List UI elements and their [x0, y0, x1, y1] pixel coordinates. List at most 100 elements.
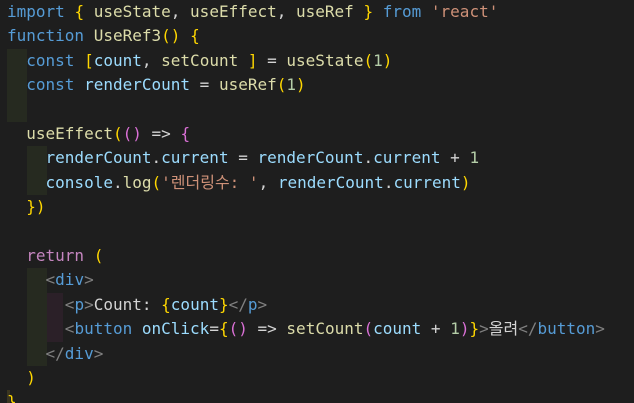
- code-line[interactable]: }: [7, 390, 17, 403]
- code-token: ): [26, 368, 36, 387]
- code-line[interactable]: </div>: [7, 342, 104, 366]
- code-token: (: [122, 124, 133, 143]
- code-token: count: [93, 50, 142, 70]
- code-token: const: [26, 50, 75, 70]
- code-token: ,: [170, 2, 191, 21]
- code-token: p: [247, 294, 258, 314]
- code-line[interactable]: import { useState, useEffect, useRef } f…: [7, 0, 498, 24]
- code-token: =: [190, 75, 219, 95]
- code-token: 1: [286, 75, 297, 95]
- code-line[interactable]: <div>: [7, 268, 94, 292]
- code-token: =: [228, 148, 258, 168]
- code-line[interactable]: const renderCount = useRef(1): [7, 73, 305, 97]
- code-token: ]: [247, 50, 258, 70]
- code-line[interactable]: <p>Count: {count}</p>: [7, 293, 267, 317]
- code-token: div: [64, 343, 94, 363]
- code-token: {: [190, 26, 200, 46]
- code-token: useEffect: [190, 2, 277, 21]
- code-token: {: [74, 2, 85, 21]
- code-token: (: [151, 172, 162, 192]
- code-token: renderCount: [45, 148, 152, 168]
- code-token: 'react': [430, 2, 499, 21]
- code-token: button: [74, 319, 133, 339]
- code-token: :: [141, 294, 162, 314]
- code-token: setCount: [286, 319, 364, 339]
- code-token: </: [45, 343, 65, 363]
- code-token: UseRef3: [93, 26, 162, 46]
- code-token: ,: [141, 50, 162, 70]
- code-token: <: [45, 270, 56, 290]
- code-token: current: [373, 148, 441, 168]
- code-token: '렌더링수: ': [161, 172, 259, 192]
- code-token: }: [26, 197, 36, 217]
- code-token: 1: [373, 50, 383, 70]
- code-token: ): [170, 26, 181, 46]
- code-token: .: [151, 148, 162, 168]
- code-token: ): [460, 172, 471, 192]
- code-token: ,: [276, 2, 297, 21]
- code-token: from: [382, 2, 422, 21]
- code-token: return: [26, 246, 85, 265]
- code-line[interactable]: return (: [7, 244, 103, 268]
- code-token: {: [218, 319, 229, 339]
- code-token: 1: [450, 319, 460, 339]
- code-token: onClick: [141, 319, 210, 339]
- code-token: renderCount: [257, 148, 364, 168]
- code-token: (: [112, 124, 123, 143]
- code-token: p: [74, 294, 85, 314]
- code-line[interactable]: renderCount.current = renderCount.curren…: [7, 146, 480, 170]
- code-token: useState: [286, 50, 364, 70]
- code-line[interactable]: useEffect(() => {: [7, 122, 190, 146]
- code-token: =: [209, 319, 219, 339]
- code-token: ): [238, 319, 248, 339]
- code-token: =: [141, 124, 162, 143]
- code-token: renderCount: [277, 172, 384, 192]
- code-token: }: [7, 392, 17, 403]
- code-line[interactable]: }): [7, 195, 46, 219]
- code-token: div: [55, 270, 85, 290]
- code-token: <: [64, 294, 75, 314]
- code-token: =: [247, 319, 268, 339]
- code-token: ): [35, 197, 46, 217]
- code-token: >: [595, 319, 605, 339]
- code-token: >: [161, 124, 171, 143]
- code-token: import: [7, 2, 65, 21]
- code-token: function: [7, 26, 85, 46]
- code-line[interactable]: ): [7, 366, 36, 390]
- code-token: </: [518, 319, 538, 339]
- code-token: +: [421, 319, 451, 339]
- code-token: </: [228, 294, 248, 314]
- code-token: =: [257, 50, 287, 70]
- code-token: .: [363, 148, 374, 168]
- code-token: >: [93, 343, 104, 363]
- code-line[interactable]: function UseRef3() {: [7, 24, 200, 48]
- code-token: button: [537, 319, 596, 339]
- code-token: count: [373, 319, 422, 339]
- code-editor[interactable]: import { useState, useEffect, useRef } f…: [0, 0, 634, 403]
- code-token: >: [267, 319, 277, 339]
- code-line[interactable]: console.log('렌더링수: ', renderCount.curren…: [7, 171, 471, 195]
- code-token: (: [93, 246, 104, 265]
- code-token: <: [64, 319, 75, 339]
- code-line[interactable]: <button onClick={() => setCount(count + …: [7, 317, 605, 341]
- code-token: (: [276, 75, 287, 95]
- code-token: setCount: [161, 50, 239, 70]
- code-line[interactable]: const [count, setCount ] = useState(1): [7, 49, 392, 73]
- code-token: current: [393, 172, 461, 192]
- code-token: useRef: [296, 2, 354, 21]
